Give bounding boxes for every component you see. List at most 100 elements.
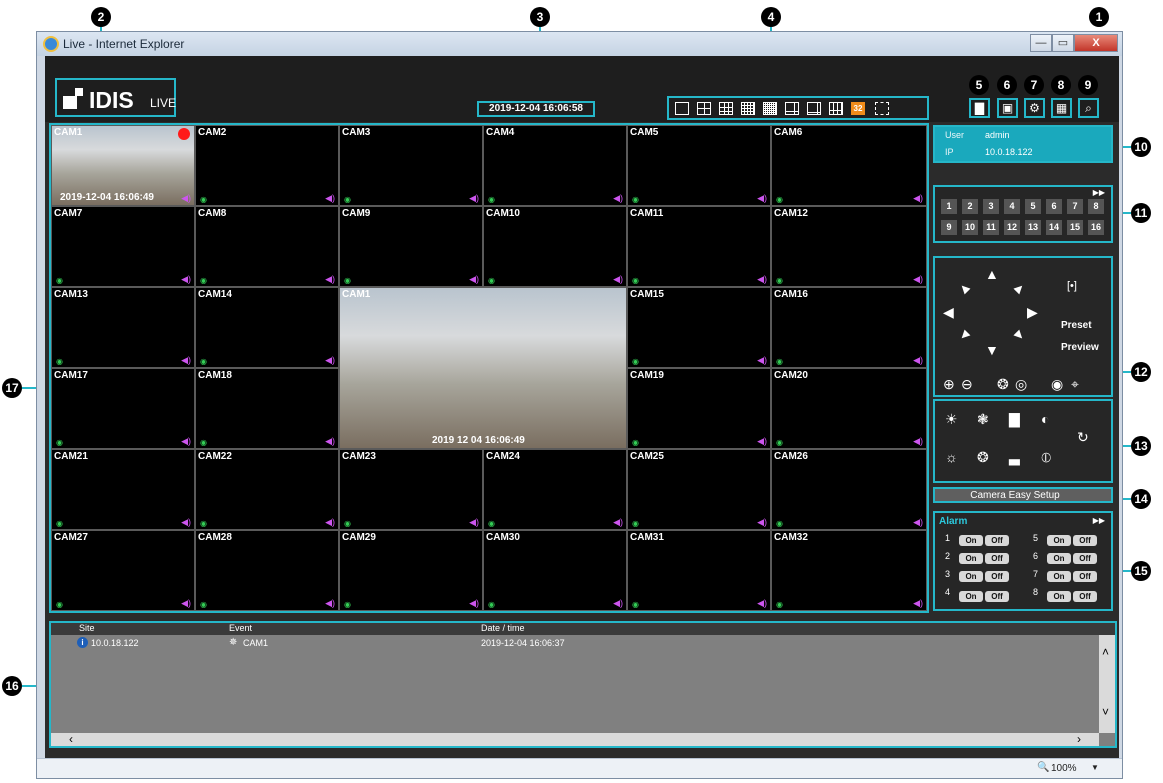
audio-icon[interactable]: ◀) — [757, 517, 767, 528]
layout-2x2-icon[interactable] — [697, 102, 711, 115]
camera-easy-setup-button[interactable]: Camera Easy Setup — [933, 487, 1113, 503]
camera-number-button[interactable]: 12 — [1004, 220, 1020, 235]
camera-tile[interactable]: CAM2 ◉ ◀) — [195, 125, 339, 206]
audio-icon[interactable]: ◀) — [181, 436, 191, 447]
camera-number-button[interactable]: 13 — [1025, 220, 1041, 235]
camera-tile[interactable]: CAM32 ◉ ◀) — [771, 530, 927, 611]
scroll-right-icon[interactable]: › — [1077, 732, 1081, 746]
ptz-up-right-icon[interactable]: ▲ — [1009, 277, 1030, 298]
audio-icon[interactable]: ◀) — [913, 598, 923, 609]
ptz-center-icon[interactable]: [•] — [1067, 280, 1077, 292]
audio-icon[interactable]: ◀) — [757, 598, 767, 609]
camera-tile[interactable]: CAM13 ◉ ◀) — [51, 287, 195, 368]
scroll-down-icon[interactable]: ˅ — [1102, 705, 1109, 719]
audio-icon[interactable]: ◀) — [325, 517, 335, 528]
audio-icon[interactable]: ◀) — [757, 355, 767, 366]
camera-number-button[interactable]: 5 — [1025, 199, 1041, 214]
zoom-in-icon[interactable]: ⊕ — [943, 376, 955, 393]
camera-number-button[interactable]: 1 — [941, 199, 957, 214]
scroll-up-icon[interactable]: ˄ — [1102, 645, 1109, 659]
audio-icon[interactable]: ◀) — [181, 274, 191, 285]
audio-icon[interactable]: ◀) — [913, 274, 923, 285]
ptz-up-left-icon[interactable]: ▲ — [953, 277, 974, 298]
camera-tile[interactable]: CAM12 ◉ ◀) — [771, 206, 927, 287]
audio-icon[interactable]: ◀) — [469, 193, 479, 204]
maximize-button[interactable]: ▭ — [1052, 34, 1074, 52]
ptz-down-right-icon[interactable]: ▲ — [1009, 325, 1030, 346]
zoom-out-icon[interactable]: ⊖ — [961, 376, 973, 393]
camera-tile-large[interactable]: CAM1 2019 12 04 16:06:49 — [339, 287, 627, 449]
audio-icon[interactable]: ◀) — [757, 193, 767, 204]
camera-tile[interactable]: CAM14 ◉ ◀) — [195, 287, 339, 368]
camera-tile[interactable]: CAM28 ◉ ◀) — [195, 530, 339, 611]
close-button[interactable]: X — [1074, 34, 1118, 52]
horizontal-scrollbar[interactable]: ‹ › — [51, 732, 1099, 746]
audio-icon[interactable]: ◀) — [613, 598, 623, 609]
search-button[interactable]: ⌕ — [1078, 98, 1099, 118]
camera-tile[interactable]: CAM1 2019-12-04 16:06:49 ◀) — [51, 125, 195, 206]
reset-icon[interactable]: ↻ — [1077, 429, 1089, 446]
preview-button[interactable]: Preview — [1061, 342, 1099, 353]
audio-icon[interactable]: ◀) — [181, 517, 191, 528]
snapshot-button[interactable]: ▣ — [997, 98, 1018, 118]
camera-tile[interactable]: CAM8 ◉ ◀) — [195, 206, 339, 287]
alarm-off-button[interactable]: Off — [1073, 535, 1097, 546]
brightness-down-icon[interactable]: ☼ — [945, 449, 958, 465]
iris-close-icon[interactable]: ◎ — [1015, 376, 1027, 393]
camera-tile[interactable]: CAM6 ◉ ◀) — [771, 125, 927, 206]
layout-1plus12-icon[interactable] — [829, 102, 843, 115]
settings-button[interactable]: ⚙ — [1024, 98, 1045, 118]
scroll-left-icon[interactable]: ‹ — [69, 732, 73, 746]
camera-number-button[interactable]: 14 — [1046, 220, 1062, 235]
alarm-on-button[interactable]: On — [1047, 535, 1071, 546]
alarm-on-button[interactable]: On — [1047, 591, 1071, 602]
alarm-on-button[interactable]: On — [1047, 571, 1071, 582]
camera-tile[interactable]: CAM19 ◉ ◀) — [627, 368, 771, 449]
audio-icon[interactable]: ◀) — [181, 355, 191, 366]
alarm-on-button[interactable]: On — [959, 553, 983, 564]
saturation-down-icon[interactable]: ❂ — [977, 449, 989, 466]
ptz-right-icon[interactable]: ▶ — [1027, 304, 1038, 321]
camera-tile[interactable]: CAM30 ◉ ◀) — [483, 530, 627, 611]
camera-number-button[interactable]: 6 — [1046, 199, 1062, 214]
audio-icon[interactable]: ◀) — [913, 517, 923, 528]
sharpness-down-icon[interactable]: ▃ — [1009, 449, 1020, 466]
camera-tile[interactable]: CAM10 ◉ ◀) — [483, 206, 627, 287]
ptz-down-left-icon[interactable]: ▲ — [953, 325, 974, 346]
camera-tile[interactable]: CAM20 ◉ ◀) — [771, 368, 927, 449]
layout-5x5-icon[interactable] — [763, 102, 777, 115]
focus-far-icon[interactable]: ⌖ — [1071, 376, 1079, 393]
audio-icon[interactable]: ◀) — [913, 193, 923, 204]
camera-number-button[interactable]: 2 — [962, 199, 978, 214]
camera-tile[interactable]: CAM29 ◉ ◀) — [339, 530, 483, 611]
column-datetime[interactable]: Date / time — [481, 623, 525, 633]
camera-setup-button[interactable]: ▦ — [1051, 98, 1072, 118]
alarm-off-button[interactable]: Off — [985, 535, 1009, 546]
alarm-off-button[interactable]: Off — [1073, 571, 1097, 582]
audio-icon[interactable]: ◀) — [613, 274, 623, 285]
camera-number-button[interactable]: 7 — [1067, 199, 1083, 214]
layout-1plus7-icon[interactable] — [807, 102, 821, 115]
event-row[interactable]: i 10.0.18.122 ✵ CAM1 2019-12-04 16:06:37 — [51, 637, 1099, 651]
camera-number-button[interactable]: 3 — [983, 199, 999, 214]
camera-tile[interactable]: CAM31 ◉ ◀) — [627, 530, 771, 611]
alarm-off-button[interactable]: Off — [985, 571, 1009, 582]
layout-32-icon[interactable]: 32 — [851, 102, 865, 115]
camera-number-button[interactable]: 10 — [962, 220, 978, 235]
focus-near-icon[interactable]: ◉ — [1051, 376, 1063, 393]
camera-tile[interactable]: CAM21 ◉ ◀) — [51, 449, 195, 530]
brightness-up-icon[interactable]: ☀ — [945, 411, 958, 428]
camera-tile[interactable]: CAM26 ◉ ◀) — [771, 449, 927, 530]
camera-number-button[interactable]: 9 — [941, 220, 957, 235]
ptz-left-icon[interactable]: ◀ — [943, 304, 954, 321]
alarm-on-button[interactable]: On — [1047, 553, 1071, 564]
camera-tile[interactable]: CAM18 ◉ ◀) — [195, 368, 339, 449]
camera-tile[interactable]: CAM24 ◉ ◀) — [483, 449, 627, 530]
audio-icon[interactable]: ◀) — [325, 598, 335, 609]
minimize-button[interactable]: — — [1030, 34, 1052, 52]
camera-number-button[interactable]: 11 — [983, 220, 999, 235]
ptz-down-icon[interactable]: ▼ — [985, 342, 999, 358]
audio-icon[interactable]: ◀) — [325, 193, 335, 204]
alarm-on-button[interactable]: On — [959, 591, 983, 602]
camera-tile[interactable]: CAM11 ◉ ◀) — [627, 206, 771, 287]
